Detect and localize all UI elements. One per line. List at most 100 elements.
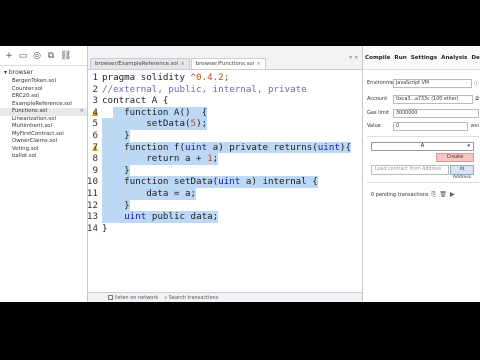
- file-item[interactable]: ExampleReference.sol: [0, 101, 87, 109]
- contract-select[interactable]: A ▾: [371, 142, 474, 151]
- file-item[interactable]: ballot.sol: [0, 153, 87, 161]
- search-transactions[interactable]: ⌕ Search transactions: [164, 295, 218, 301]
- load-address-input[interactable]: Load contract from Address: [371, 165, 449, 175]
- gas-limit-label: Gas limit: [367, 110, 390, 116]
- line-number: 13: [86, 211, 98, 223]
- line-number: 6: [92, 130, 98, 141]
- code-token: ){: [339, 141, 351, 153]
- play-icon[interactable]: ▶: [450, 191, 455, 198]
- file-item[interactable]: ERC20.sol: [0, 93, 87, 101]
- code-line: 6 }: [90, 130, 364, 142]
- file-name: Functions.sol: [12, 108, 48, 114]
- file-item[interactable]: MyFirstContract.sol: [0, 131, 87, 139]
- tab-scroll-icon[interactable]: « »: [349, 54, 358, 61]
- run-panel: CompileRunSettingsAnalysisDebuggerS Envi…: [362, 46, 480, 302]
- editor-tab[interactable]: browser/ExampleReference.sol ×: [90, 58, 190, 69]
- right-tab[interactable]: Analysis: [441, 55, 467, 61]
- keyword-token: uint: [317, 141, 340, 153]
- keyword-token: uint: [124, 211, 147, 223]
- checkbox-icon: [108, 294, 113, 300]
- line-number: 12: [86, 199, 98, 211]
- code-token: return a +: [102, 153, 208, 165]
- code-token: }: [102, 164, 130, 176]
- file-item[interactable]: BergenToken.sol: [0, 78, 87, 86]
- editor-tab-label: browser/ExampleReference.sol: [95, 61, 179, 67]
- browser-folder[interactable]: ▾ browser: [0, 66, 87, 78]
- folder-icon[interactable]: ▭: [18, 51, 28, 61]
- listen-network-label: listen on network: [115, 294, 159, 301]
- code-line: 5 setData(5);: [90, 118, 364, 130]
- editor-tab[interactable]: browser/Functions.sol ×: [190, 58, 266, 69]
- account-select[interactable]: 0xca3...a733c (100 ether): [393, 94, 474, 104]
- code-line: 3 contract A {: [90, 95, 364, 107]
- line-number: 8: [92, 153, 98, 165]
- link-icon[interactable]: ⛓: [60, 51, 71, 61]
- code-token: }: [102, 199, 130, 211]
- delete-icon[interactable]: 🗑: [439, 191, 447, 198]
- code-text: //external, public, internal, private: [102, 84, 307, 96]
- code-area[interactable]: 1 pragma solidity ^0.4.2; 2 //external, pub…: [87, 72, 364, 298]
- code-line: 10 function setData(uint a) internal {: [87, 176, 364, 188]
- listen-network-toggle[interactable]: listen on network: [108, 294, 159, 301]
- file-item[interactable]: OwnerClaims.sol: [0, 138, 87, 146]
- code-token: setData(: [102, 118, 191, 130]
- pending-transactions: 0 pending transactions ⎘ 🗑 ▶: [371, 189, 474, 200]
- editor-tab-label: browser/Functions.sol: [195, 61, 255, 67]
- code-text: }: [102, 223, 108, 235]
- create-button[interactable]: Create: [436, 153, 474, 162]
- copy-account-icon[interactable]: ⧉: [475, 96, 479, 102]
- code-token: }: [102, 130, 130, 141]
- file-explorer: + ▭ ◎ ⧉ ⛓ ▾ browser BergenToken.sol Count…: [0, 46, 88, 302]
- file-list: BergenToken.sol Counter.sol ERC20.sol Examp…: [0, 78, 87, 161]
- code-token: a) private returns(: [207, 141, 318, 153]
- chevron-down-icon: ▾: [467, 143, 470, 149]
- code-token: function setData(: [102, 176, 219, 188]
- line-number: 10: [86, 176, 98, 188]
- editor-tabs: browser/ExampleReference.sol × browser/Fun…: [88, 46, 362, 70]
- right-tab[interactable]: Run: [394, 55, 406, 61]
- file-name: ERC20.sol: [12, 93, 39, 99]
- code-text: function setData(uint a) internal {: [102, 176, 318, 188]
- code-token: function f(: [102, 141, 185, 153]
- code-token: }: [102, 222, 108, 234]
- code-token: );: [196, 118, 208, 130]
- environment-label: Environment: [367, 80, 399, 86]
- file-item[interactable]: Counter.sol: [0, 86, 87, 94]
- file-item[interactable]: Linearization.sol: [0, 116, 87, 124]
- file-explorer-toolbar: + ▭ ◎ ⧉ ⛓: [0, 46, 87, 66]
- code-line: 1 pragma solidity ^0.4.2;: [90, 72, 364, 84]
- value-unit[interactable]: wei: [470, 123, 479, 129]
- close-icon[interactable]: ×: [256, 61, 261, 67]
- code-text: }: [102, 130, 130, 142]
- file-name: ExampleReference.sol: [12, 100, 72, 107]
- environment-select[interactable]: JavaScript VM: [393, 78, 472, 88]
- pending-label: 0 pending transactions: [371, 191, 429, 198]
- right-panel-tabs: CompileRunSettingsAnalysisDebuggerS: [363, 46, 480, 70]
- code-token: a) internal {: [240, 176, 318, 188]
- record-icon[interactable]: ⎘: [432, 191, 437, 199]
- file-item[interactable]: Voting.sol: [0, 146, 87, 154]
- code-line: 12 }: [87, 199, 364, 212]
- code-text: }: [102, 165, 130, 177]
- right-tab[interactable]: Settings: [411, 55, 437, 61]
- gas-limit-input[interactable]: 3000000: [393, 108, 479, 118]
- file-name: BergenToken.sol: [12, 78, 56, 84]
- code-line: 9 }: [90, 164, 364, 177]
- value-input[interactable]: 0: [393, 121, 469, 131]
- copy-icon[interactable]: ⧉: [46, 51, 56, 61]
- code-text: return a + 1;: [102, 153, 218, 165]
- right-tab[interactable]: Compile: [365, 55, 390, 61]
- code-token: data = a;: [102, 188, 197, 199]
- code-line: 7 function f(uint a) private returns(uin…: [90, 141, 364, 154]
- file-item[interactable]: Multiinherit.sol: [0, 123, 87, 131]
- right-tab[interactable]: Debugger: [471, 55, 480, 61]
- code-line: 4 function A() {: [90, 106, 364, 119]
- close-icon[interactable]: ×: [180, 61, 185, 67]
- new-file-icon[interactable]: +: [4, 51, 14, 61]
- letterbox-bottom: [0, 302, 480, 360]
- github-icon[interactable]: ◎: [32, 51, 42, 61]
- file-item[interactable]: Functions.sol ✕: [0, 108, 87, 116]
- browser-folder-label: browser: [8, 69, 33, 76]
- line-number: 5: [92, 118, 98, 130]
- at-address-button[interactable]: At Address: [450, 165, 474, 180]
